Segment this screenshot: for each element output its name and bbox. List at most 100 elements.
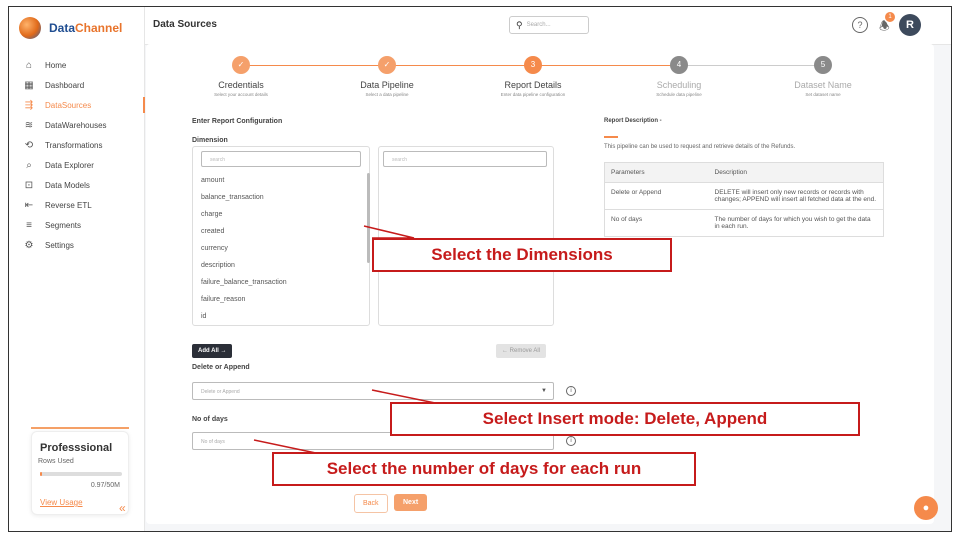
annotation-dimensions: Select the Dimensions bbox=[372, 238, 672, 272]
back-button[interactable]: Back bbox=[354, 494, 388, 513]
sidebar-item-home[interactable]: ⌂ Home bbox=[9, 55, 145, 75]
config-heading: Enter Report Configuration bbox=[192, 118, 283, 125]
search-icon: ⚲ bbox=[516, 19, 523, 30]
list-item[interactable]: balance_transaction bbox=[201, 194, 264, 201]
logo-icon bbox=[19, 17, 41, 39]
step-number: 4 bbox=[670, 56, 688, 74]
sidebar-item-label: Reverse ETL bbox=[45, 200, 92, 210]
sidebar-item-data-explorer[interactable]: ⌕ Data Explorer bbox=[9, 155, 145, 175]
chevron-down-icon: ▼ bbox=[541, 388, 547, 394]
step-subtitle: Enter data pipeline configuration bbox=[500, 92, 566, 97]
delete-append-label: Delete or Append bbox=[192, 364, 250, 371]
table-row: Delete or Append DELETE will insert only… bbox=[604, 182, 884, 210]
sidebar-item-transformations[interactable]: ⟲ Transformations bbox=[9, 135, 145, 155]
sidebar-item-settings[interactable]: ⚙ Settings bbox=[9, 235, 145, 255]
help-icon[interactable]: ? bbox=[852, 17, 868, 33]
step-dataset-name[interactable]: 5 Dataset Name Set dataset name bbox=[753, 56, 893, 97]
step-subtitle: Select a data pipeline bbox=[365, 92, 409, 97]
page-title: Data Sources bbox=[153, 19, 217, 30]
delete-append-placeholder: Delete or Append bbox=[201, 389, 240, 395]
list-item[interactable]: description bbox=[201, 262, 235, 269]
sidebar-item-segments[interactable]: ≡ Segments bbox=[9, 215, 145, 235]
sidebar-item-datasources[interactable]: ⇶ DataSources bbox=[9, 95, 145, 115]
view-usage-link[interactable]: View Usage bbox=[40, 498, 83, 507]
table-header: Description bbox=[708, 162, 884, 183]
list-item[interactable]: failure_balance_transaction bbox=[201, 279, 287, 286]
rows-used-label: Rows Used bbox=[38, 458, 74, 465]
sidebar-item-label: DataWarehouses bbox=[45, 120, 107, 130]
step-scheduling[interactable]: 4 Scheduling Schedule data pipeline bbox=[609, 56, 749, 97]
home-icon: ⌂ bbox=[25, 59, 33, 71]
table-header: Parameters bbox=[604, 162, 709, 183]
sidebar-item-label: Data Models bbox=[45, 180, 90, 190]
plan-divider bbox=[31, 427, 129, 429]
next-button[interactable]: Next bbox=[394, 494, 428, 511]
step-subtitle: Set dataset name bbox=[805, 92, 841, 97]
step-name: Scheduling bbox=[656, 80, 702, 90]
sidebar-item-datawarehouses[interactable]: ≋ DataWarehouses bbox=[9, 115, 145, 135]
list-item[interactable]: id bbox=[201, 313, 206, 320]
segments-icon: ≡ bbox=[26, 219, 32, 231]
dimension-scrollbar[interactable] bbox=[367, 173, 370, 263]
check-icon: ✓ bbox=[378, 56, 396, 74]
dashboard-icon: ▦ bbox=[24, 79, 34, 91]
no-of-days-label: No of days bbox=[192, 416, 228, 423]
list-item[interactable]: charge bbox=[201, 211, 222, 218]
available-dimensions-list[interactable]: search amount balance_transactioncharge cr… bbox=[192, 146, 370, 326]
report-description: This pipeline can be used to request and… bbox=[604, 144, 796, 150]
settings-icon: ⚙ bbox=[24, 239, 34, 251]
sidebar-item-dashboard[interactable]: ▦ Dashboard bbox=[9, 75, 145, 95]
data-explorer-icon: ⌕ bbox=[26, 159, 32, 171]
dimension-search-input[interactable]: search bbox=[201, 151, 361, 167]
sidebar-item-label: Home bbox=[45, 60, 67, 70]
sidebar-item-label: Transformations bbox=[45, 140, 103, 150]
stepper: ✓ Credentials Select your account details ✓… bbox=[146, 50, 934, 100]
transformations-icon: ⟲ bbox=[24, 139, 34, 151]
sidebar-item-data-models[interactable]: ⊡ Data Models bbox=[9, 175, 145, 195]
list-item[interactable]: amount bbox=[201, 177, 224, 184]
step-name: Data Pipeline bbox=[360, 80, 414, 90]
list-item[interactable]: failure_reason bbox=[201, 296, 245, 303]
delete-append-info-icon[interactable]: i bbox=[566, 386, 576, 396]
add-all-button[interactable]: Add All → bbox=[192, 344, 233, 358]
remove-all-button[interactable]: ← Remove All bbox=[496, 344, 547, 358]
sidebar-nav: ⌂ Home ▦ Dashboard ⇶ DataSources ≋ DataWarehous… bbox=[9, 55, 145, 255]
step-credentials[interactable]: ✓ Credentials Select your account details bbox=[171, 56, 311, 97]
no-of-days-placeholder: No of days bbox=[201, 439, 225, 445]
step-number: 5 bbox=[814, 56, 832, 74]
sidebar-item-label: DataSources bbox=[45, 100, 92, 110]
step-name: Dataset Name bbox=[794, 80, 852, 90]
table-cell: No of days bbox=[604, 209, 709, 237]
step-name: Report Details bbox=[504, 80, 562, 90]
collapse-sidebar-icon[interactable]: « bbox=[119, 501, 126, 515]
sidebar: DataChannel ⌂ Home ▦ Dashboard ⇶ DataSources ≋… bbox=[9, 7, 145, 531]
logo-text: DataChannel bbox=[49, 21, 123, 35]
step-report-details[interactable]: 3 Report Details Enter data pipeline confi… bbox=[463, 56, 603, 97]
step-subtitle: Select your account details bbox=[214, 92, 268, 97]
usage-progress-bar bbox=[40, 472, 122, 476]
check-icon: ✓ bbox=[232, 56, 250, 74]
list-item[interactable]: currency bbox=[201, 245, 228, 252]
sidebar-item-label: Settings bbox=[45, 240, 74, 250]
reverse-etl-icon: ⇤ bbox=[24, 199, 34, 211]
no-of-days-info-icon[interactable]: i bbox=[566, 436, 576, 446]
table-cell: The number of days for which you wish to… bbox=[708, 209, 884, 237]
table-cell: DELETE will insert only new records or r… bbox=[708, 182, 884, 210]
list-item[interactable]: created bbox=[201, 228, 224, 235]
avatar[interactable]: R bbox=[899, 14, 921, 36]
search-placeholder: Search... bbox=[526, 22, 551, 28]
sidebar-item-reverse-etl[interactable]: ⇤ Reverse ETL bbox=[9, 195, 145, 215]
header: Data Sources ⚲ Search... ? 🕭 1 R bbox=[145, 7, 951, 45]
logo[interactable]: DataChannel bbox=[19, 17, 122, 39]
selected-dimensions-list[interactable]: search bbox=[378, 146, 554, 326]
delete-append-select[interactable]: Delete or Append ▼ bbox=[192, 382, 554, 400]
usage-progress-fill bbox=[40, 472, 42, 476]
report-title-underline bbox=[604, 136, 618, 138]
search-input[interactable]: ⚲ Search... bbox=[509, 16, 589, 34]
chat-icon[interactable]: ● bbox=[914, 496, 938, 520]
step-data-pipeline[interactable]: ✓ Data Pipeline Select a data pipeline bbox=[317, 56, 457, 97]
table-row: No of days The number of days for which … bbox=[604, 209, 884, 237]
table-cell: Delete or Append bbox=[604, 182, 709, 210]
selected-search-input[interactable]: search bbox=[383, 151, 547, 167]
step-subtitle: Schedule data pipeline bbox=[656, 92, 702, 97]
